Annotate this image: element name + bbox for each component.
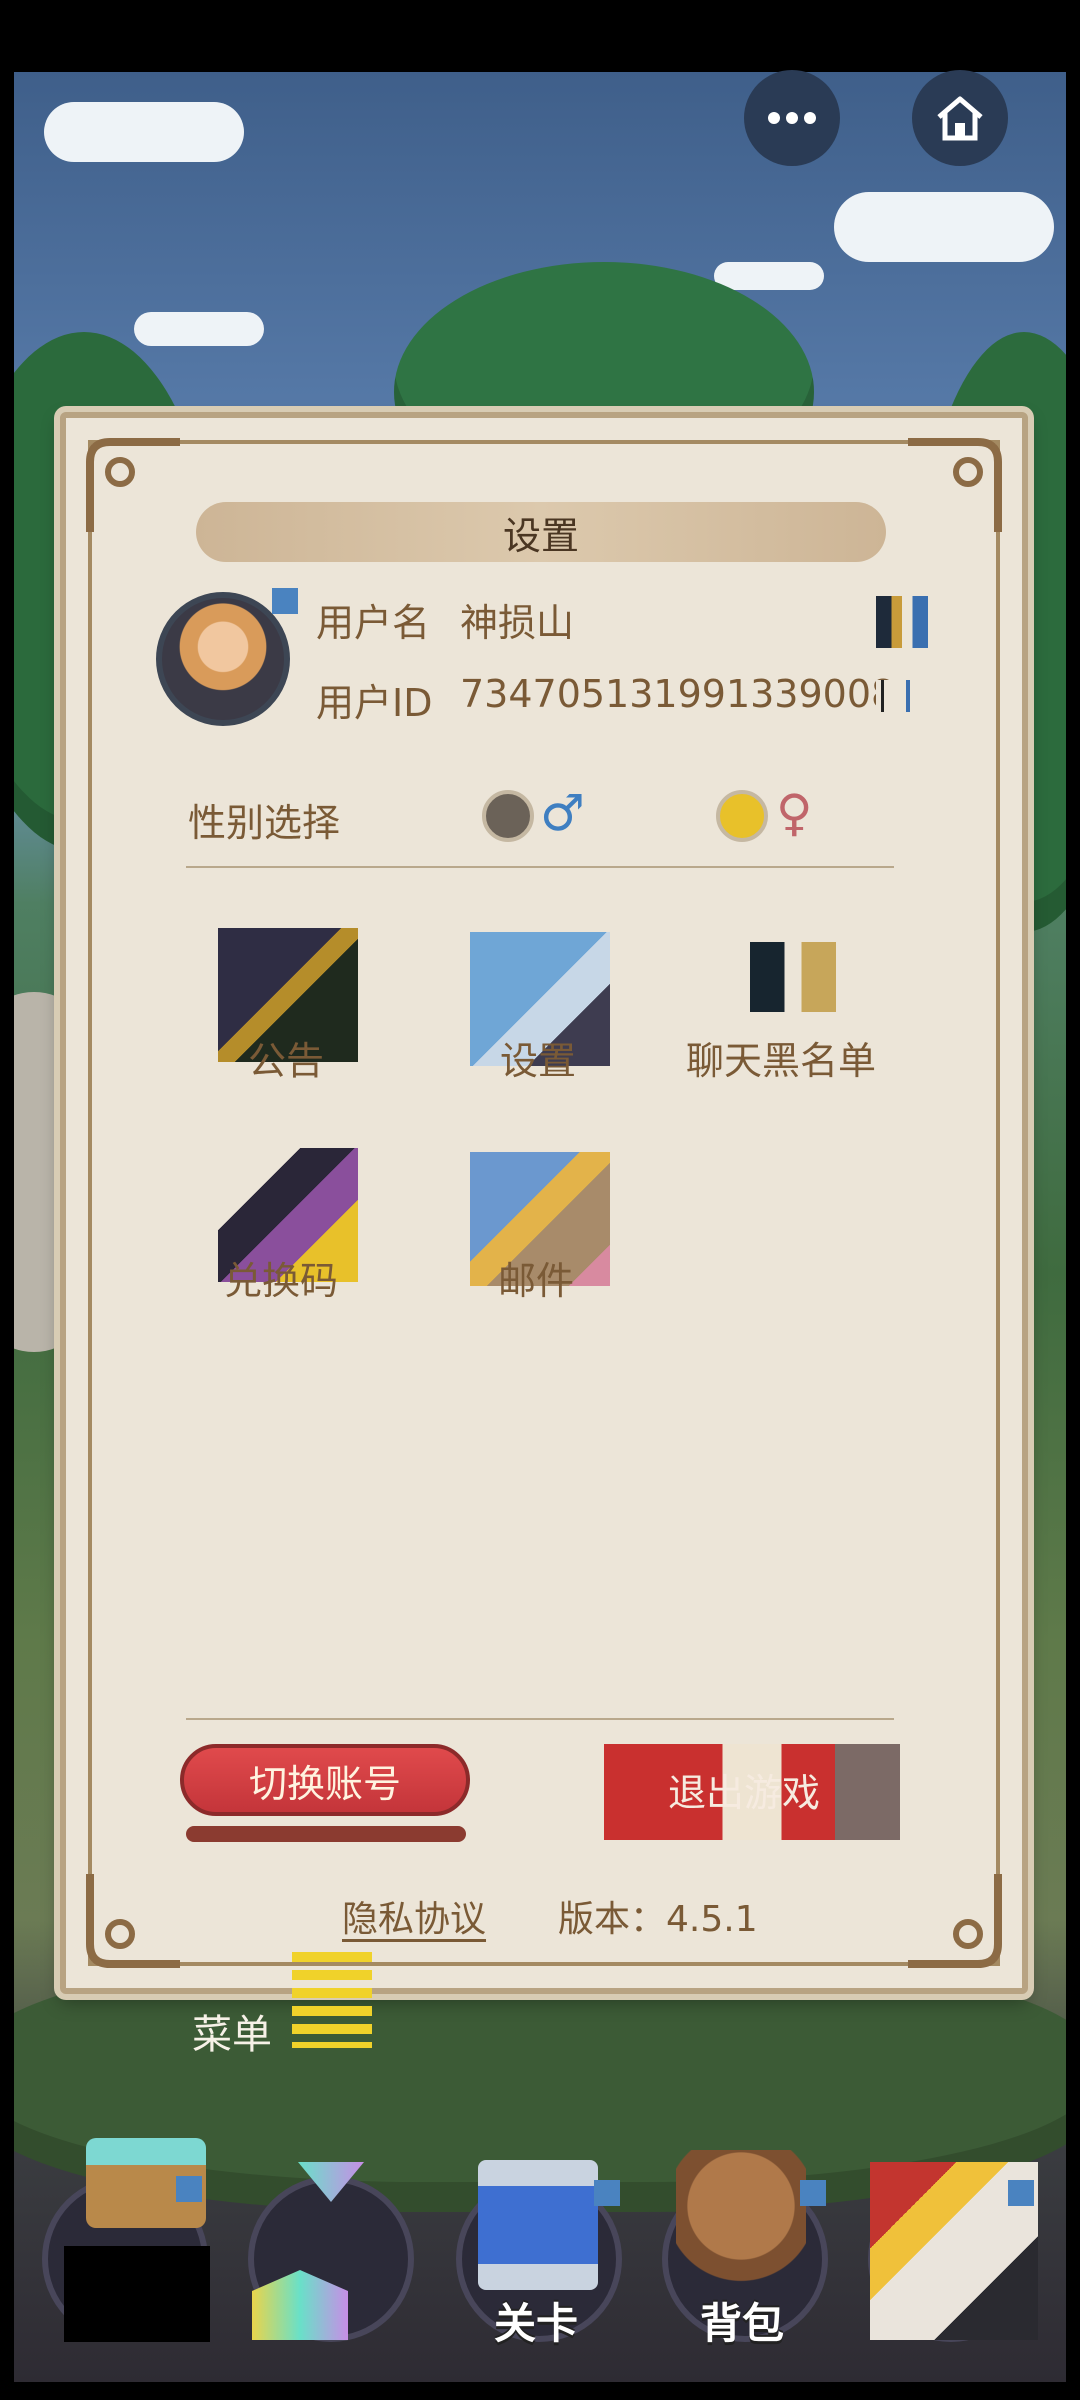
announcement-label: 公告 [248, 1039, 325, 1083]
nav-stages-label: 关卡 [494, 2299, 579, 2348]
userid-value: 734705131991339008 [460, 672, 896, 716]
exit-game-label: 退出游戏 [668, 1771, 821, 1815]
corner-ornament [86, 438, 180, 532]
userid-label: 用户ID [316, 681, 433, 725]
panel-title: 设置 [196, 502, 886, 562]
more-dots-icon [768, 112, 816, 124]
chat-blacklist-button[interactable] [750, 942, 836, 1012]
cloud [134, 312, 264, 346]
avatar[interactable] [156, 592, 290, 726]
switch-account-label: 切换账号 [248, 1761, 401, 1806]
cloud [714, 262, 824, 290]
version-text: 版本：4.5.1 [558, 1899, 758, 1940]
female-icon: ♀ [776, 784, 813, 842]
home-button[interactable] [912, 70, 1008, 166]
copy-id-icon[interactable] [876, 680, 926, 712]
edit-name-icon[interactable] [876, 596, 928, 648]
male-icon: ♂ [540, 784, 585, 842]
gender-label: 性别选择 [188, 801, 341, 845]
switch-account-button[interactable]: 切换账号 [180, 1744, 470, 1816]
gender-female-radio[interactable] [716, 790, 768, 842]
stage-gate-icon [478, 2160, 598, 2290]
corner-ornament [86, 1874, 180, 1968]
corner-ornament [908, 438, 1002, 532]
menu-icon[interactable] [292, 1952, 372, 2048]
notify-badge [800, 2180, 826, 2206]
mail-label: 邮件 [498, 1259, 575, 1303]
nav-backpack-label: 背包 [700, 2299, 785, 2348]
button-shadow [186, 1826, 466, 1842]
menu-label[interactable]: 菜单 [192, 2002, 272, 2060]
black-box [64, 2246, 210, 2342]
cloud [834, 192, 1054, 262]
corner-ornament [908, 1874, 1002, 1968]
redeem-code-label: 兑换码 [224, 1259, 339, 1303]
username-value: 神损山 [460, 601, 575, 645]
more-button[interactable] [744, 70, 840, 166]
panel-title-text: 设置 [502, 513, 579, 558]
username-label: 用户名 [316, 601, 431, 645]
gender-male-radio[interactable] [482, 790, 534, 842]
cloud [44, 102, 244, 162]
backpack-icon [676, 2150, 806, 2290]
settings-label: 设置 [500, 1039, 577, 1083]
privacy-link[interactable]: 隐私协议 [342, 1890, 486, 1942]
notify-badge [176, 2176, 202, 2202]
divider [186, 866, 894, 868]
divider [186, 1718, 894, 1720]
avatar-badge [272, 588, 298, 614]
chat-blacklist-label: 聊天黑名单 [686, 1039, 877, 1083]
notify-badge [1008, 2180, 1034, 2206]
home-icon [937, 96, 983, 141]
notify-badge [594, 2180, 620, 2206]
